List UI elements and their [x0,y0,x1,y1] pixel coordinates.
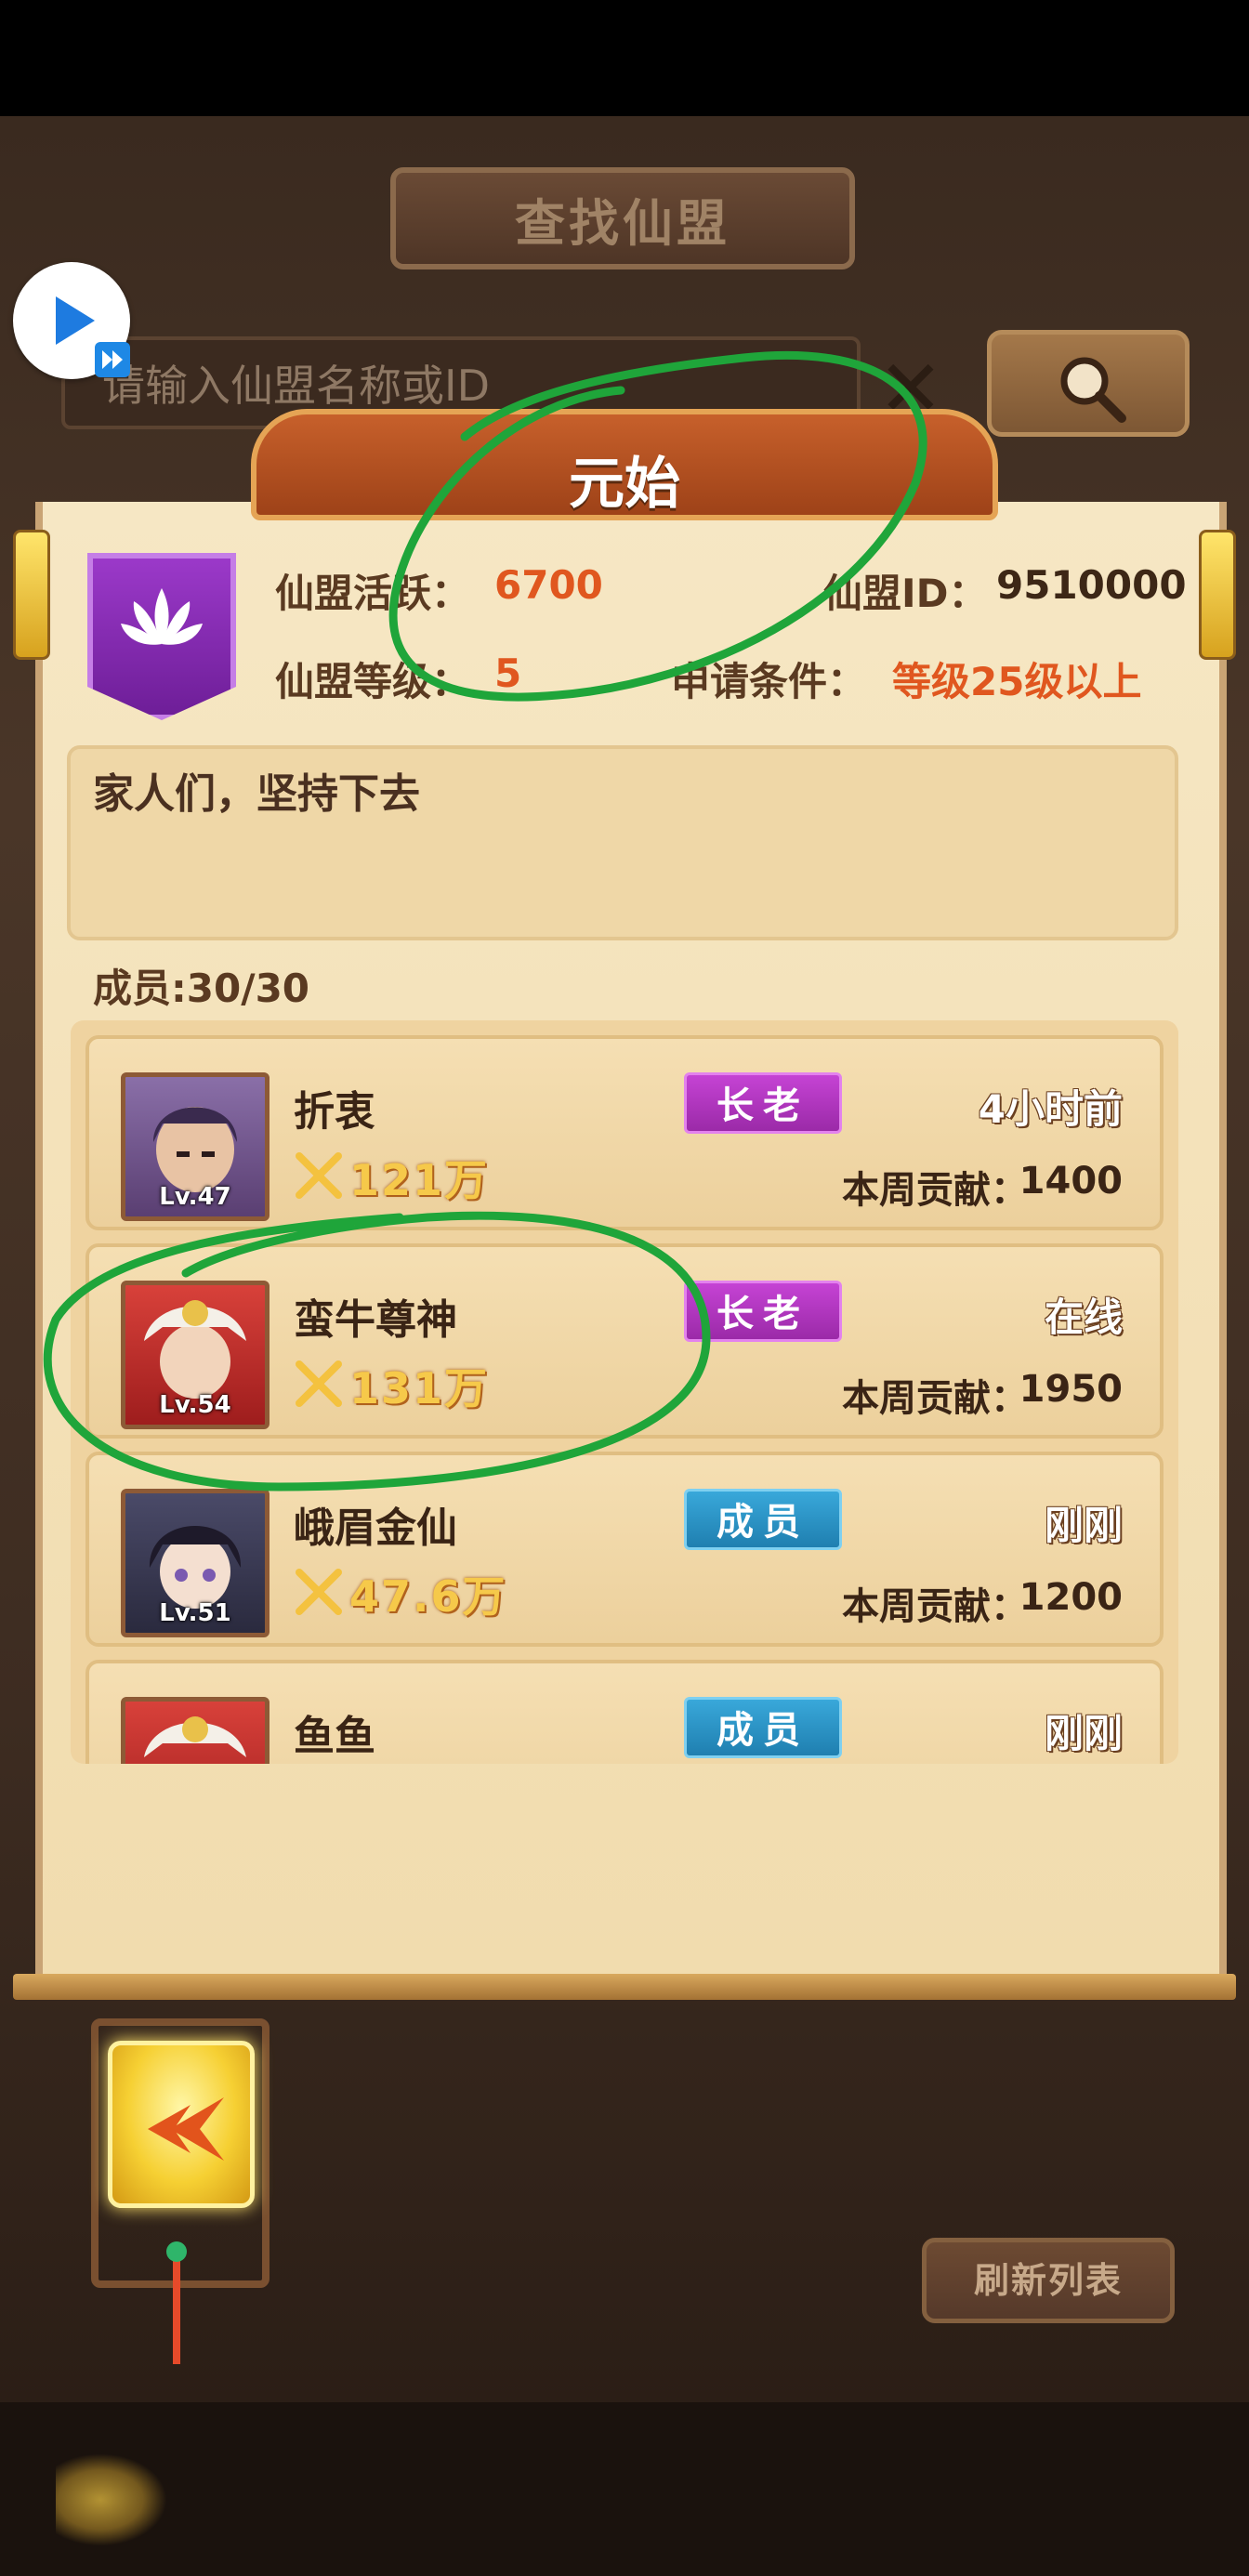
member-power: 121万 [349,1155,490,1205]
member-level: Lv.54 [159,1391,231,1419]
level-value: 5 [494,651,522,696]
online-status: 刚刚 [1044,1711,1123,1756]
member-power: 131万 [349,1363,490,1413]
tassel-bead [166,2241,187,2262]
guild-notice: 家人们，坚持下去 [93,770,420,818]
right-lantern-icon [1199,530,1236,660]
leaf-ornament-icon [56,2453,167,2546]
contribution-value: 1950 [1019,1368,1123,1411]
online-status: 在线 [1044,1295,1123,1340]
contribution-label: 本周贡献： [842,1585,1028,1628]
online-status: 4小时前 [978,1086,1123,1132]
requirement-label: 申请条件： [671,659,867,704]
requirement-value: 等级25级以上 [892,659,1142,704]
rank-badge: 长老 [684,1072,842,1134]
fast-forward-icon [95,342,130,377]
crossed-swords-icon [296,1360,342,1407]
avatar[interactable]: Lv.51 [121,1489,270,1637]
play-icon [56,296,95,345]
member-level: Lv.51 [159,1599,231,1627]
character-portrait-icon [144,1716,246,1757]
member-level: Lv.47 [159,1183,231,1211]
activity-value: 6700 [494,562,603,608]
lotus-icon [121,588,203,645]
member-row[interactable]: Lv.51 峨眉金仙 47.6万 成员 刚刚 本周贡献： 1200 [85,1452,1164,1647]
member-name: 折衷 [294,1088,375,1136]
activity-label: 仙盟活跃： [275,571,471,616]
guild-name: 元始 [569,452,680,517]
back-button[interactable] [108,2041,255,2208]
member-name: 蛮牛尊神 [294,1296,457,1344]
contribution-value: 1400 [1019,1160,1123,1203]
member-row[interactable]: Lv.47 折衷 121万 长老 4小时前 本周贡献： 1400 [85,1035,1164,1230]
guild-id-label: 仙盟ID： [823,571,988,616]
avatar[interactable]: Lv.47 [121,1072,270,1221]
online-status: 刚刚 [1044,1503,1123,1548]
crossed-swords-icon [296,1569,342,1615]
page-title-banner: 查找仙盟 [390,167,855,269]
rank-badge: 成员 [684,1489,842,1550]
guild-id-value: 9510000 [996,562,1187,608]
member-list[interactable]: Lv.47 折衷 121万 长老 4小时前 本周贡献： 1400 Lv.54 蛮… [71,1020,1178,1764]
guild-emblem [87,553,236,720]
tassel-cord [173,2253,180,2364]
contribution-value: 1200 [1019,1576,1123,1619]
member-row[interactable]: Lv.54 蛮牛尊神 131万 长老 在线 本周贡献： 1950 [85,1243,1164,1439]
avatar[interactable] [121,1697,270,1764]
left-lantern-icon [13,530,50,660]
contribution-label: 本周贡献： [842,1377,1028,1420]
search-placeholder: 请输入仙盟名称或ID [102,361,490,411]
rank-badge: 长老 [684,1281,842,1342]
bottom-strip [0,2402,1249,2576]
page-title: 查找仙盟 [515,193,730,253]
back-arrow-icon [148,2097,224,2161]
member-power: 47.6万 [349,1571,507,1622]
refresh-list-button[interactable]: 刷新列表 [922,2238,1175,2323]
panel-scroll-bar [13,1974,1236,2000]
contribution-label: 本周贡献： [842,1169,1028,1212]
avatar[interactable]: Lv.54 [121,1281,270,1429]
crossed-swords-icon [296,1152,342,1199]
member-row[interactable]: 鱼鱼 成员 刚刚 [85,1660,1164,1764]
member-count: 成员:30/30 [93,966,310,1011]
level-label: 仙盟等级： [275,659,471,704]
member-name: 鱼鱼 [294,1713,375,1760]
member-name: 峨眉金仙 [294,1505,457,1552]
search-icon [1060,357,1126,423]
search-button[interactable] [987,330,1190,437]
rank-badge: 成员 [684,1697,842,1758]
